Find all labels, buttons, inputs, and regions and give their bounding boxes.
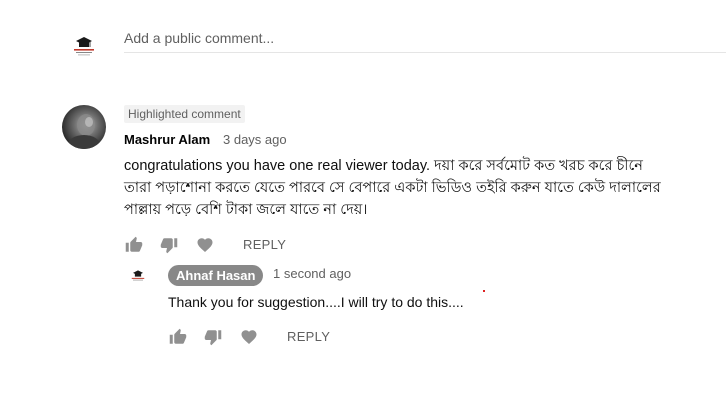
reply-dislike-button[interactable] bbox=[203, 327, 223, 347]
highlighted-comment-badge: Highlighted comment bbox=[124, 105, 245, 123]
comment-timestamp[interactable]: 3 days ago bbox=[223, 132, 287, 148]
reply-reply-button[interactable]: REPLY bbox=[287, 327, 330, 347]
reply-heart-button[interactable] bbox=[239, 327, 259, 347]
reply-author-chip[interactable]: Ahnaf Hasan bbox=[168, 265, 264, 286]
comment-text: congratulations you have one real viewer… bbox=[124, 158, 661, 218]
comment-author[interactable]: Mashrur Alam bbox=[124, 132, 210, 148]
thumb-down-icon bbox=[204, 328, 222, 346]
heart-icon bbox=[196, 236, 214, 254]
thumb-up-icon bbox=[169, 328, 187, 346]
reply-author-avatar[interactable] bbox=[128, 266, 148, 286]
heart-button[interactable] bbox=[195, 235, 215, 255]
reply-text: Thank you for suggestion....I will try t… bbox=[168, 294, 464, 310]
reply-like-button[interactable] bbox=[168, 327, 188, 347]
commenter-avatar[interactable] bbox=[62, 105, 106, 149]
thumb-down-icon bbox=[160, 236, 178, 254]
heart-icon bbox=[240, 328, 258, 346]
reply-timestamp[interactable]: 1 second ago bbox=[273, 266, 351, 282]
dislike-button[interactable] bbox=[159, 235, 179, 255]
reply-button[interactable]: REPLY bbox=[243, 235, 286, 255]
add-comment-input[interactable]: Add a public comment... bbox=[124, 28, 726, 53]
current-user-avatar bbox=[68, 30, 100, 62]
like-button[interactable] bbox=[124, 235, 144, 255]
red-dot bbox=[483, 290, 485, 292]
thumb-up-icon bbox=[125, 236, 143, 254]
